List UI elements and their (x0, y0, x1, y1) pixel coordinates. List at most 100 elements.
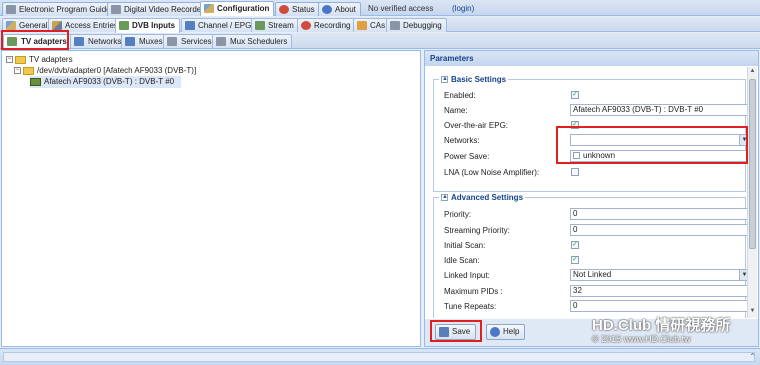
tune-repeats-input[interactable]: 0 (570, 300, 748, 312)
watermark-copyright: © 2015 www.HD.Club.tw (592, 334, 691, 344)
stream-icon (255, 21, 265, 30)
expand-icon[interactable]: ⌃ (749, 352, 756, 361)
tab-dvr-label: Digital Video Recorder (124, 5, 204, 14)
tab-debugging-label: Debugging (403, 21, 442, 30)
collapse-icon[interactable]: − (6, 56, 13, 64)
name-label: Name: (444, 106, 468, 115)
initial-scan-label: Initial Scan: (444, 241, 486, 250)
name-input[interactable]: Afatech AF9033 (DVB-T) : DVB-T #0 (570, 104, 748, 116)
initial-scan-checkbox[interactable]: ✓ (571, 241, 579, 249)
tab-recording[interactable]: Recording (297, 18, 356, 32)
linked-input-value: Not Linked (573, 270, 612, 279)
priority-input[interactable]: 0 (570, 208, 748, 220)
power-save-label: Power Save: (444, 152, 490, 161)
advanced-settings-fieldset: ▲ Advanced Settings Priority: 0 Streaming… (433, 193, 748, 318)
tab-configuration-label: Configuration (217, 4, 270, 13)
mux-icon (125, 37, 135, 46)
tab-status-label: Status (292, 5, 315, 14)
main-tab-bar: Electronic Program Guide Digital Video R… (0, 0, 760, 16)
wrench-icon (6, 21, 16, 30)
scroll-down-icon[interactable]: ▼ (749, 308, 756, 314)
tab-general-label: General (19, 21, 48, 30)
networks-highlight (556, 126, 748, 164)
networks-label: Networks: (444, 136, 480, 145)
max-pids-label: Maximum PIDs : (444, 287, 503, 296)
tab-services-label: Services (181, 37, 212, 46)
channel-icon (185, 21, 195, 30)
tab-mux-schedulers[interactable]: Mux Schedulers (212, 34, 293, 48)
tab-services[interactable]: Services (163, 34, 217, 48)
parameters-title: Parameters (425, 51, 758, 66)
log-panel-bar: ⌃ (0, 348, 760, 365)
basic-settings-legend[interactable]: ▲ Basic Settings (439, 75, 509, 84)
tab-about-label: About (335, 5, 356, 14)
tab-channel-epg[interactable]: Channel / EPG (181, 18, 257, 32)
tab-cas-label: CAs (370, 21, 386, 30)
tree-frontend-label: Afatech AF9033 (DVB-T) : DVB-T #0 (44, 77, 175, 86)
parameters-panel: Parameters ▲ Basic Settings Enabled: ✓ Na… (424, 50, 759, 347)
pencil-icon (52, 21, 62, 30)
tab-status[interactable]: Status (275, 2, 320, 16)
enabled-checkbox[interactable]: ✓ (571, 91, 579, 99)
gear-icon (390, 21, 400, 30)
linked-input-label: Linked Input: (444, 271, 490, 280)
tab-networks[interactable]: Networks (70, 34, 127, 48)
enabled-label: Enabled: (444, 91, 476, 100)
tune-repeats-label: Tune Repeats: (444, 302, 497, 311)
tab-access-entries-label: Access Entries (65, 21, 118, 30)
record-icon (301, 21, 311, 30)
adapter-tree: − TV adapters −/dev/dvb/adapter0 [Afatech… (1, 50, 421, 347)
tab-mux-schedulers-label: Mux Schedulers (230, 37, 288, 46)
services-icon (167, 37, 177, 46)
linked-input-select[interactable]: Not Linked ▼ (570, 269, 748, 281)
scroll-thumb[interactable] (749, 79, 756, 249)
info-icon (322, 5, 332, 14)
streaming-priority-input[interactable]: 0 (570, 224, 748, 236)
max-pids-input[interactable]: 32 (570, 285, 748, 297)
tab-muxes-label: Muxes (139, 37, 163, 46)
ota-epg-label: Over-the-air EPG: (444, 121, 509, 130)
tab-dvr[interactable]: Digital Video Recorder (107, 2, 209, 16)
idle-scan-checkbox[interactable]: ✓ (571, 256, 579, 264)
epg-icon (6, 5, 16, 14)
tab-stream[interactable]: Stream (251, 18, 299, 32)
folder-icon (15, 55, 26, 64)
parameters-scrollbar[interactable]: ▲ ▼ (747, 67, 757, 318)
scroll-up-icon[interactable]: ▲ (749, 68, 756, 74)
collapse-icon[interactable]: ▲ (441, 194, 448, 202)
tab-dvb-inputs[interactable]: DVB Inputs (115, 18, 181, 33)
tab-debugging[interactable]: Debugging (386, 18, 447, 32)
dvb-tab-bar: TV adapters Networks Muxes Services Mux … (0, 33, 760, 49)
login-link[interactable]: (login) (452, 2, 474, 15)
advanced-settings-legend[interactable]: ▲ Advanced Settings (439, 193, 526, 202)
collapse-icon[interactable]: − (14, 67, 21, 75)
collapse-icon[interactable]: ▲ (441, 76, 448, 84)
help-button[interactable]: Help (486, 324, 526, 340)
watermark-title: HD.Club 情研視務所 (592, 317, 731, 334)
help-icon (490, 327, 500, 337)
key-icon (357, 21, 367, 30)
folder-icon (23, 66, 34, 75)
lna-checkbox[interactable] (571, 168, 579, 176)
tab-muxes[interactable]: Muxes (121, 34, 168, 48)
tab-epg-label: Electronic Program Guide (19, 5, 111, 14)
tv-card-icon (119, 21, 129, 30)
dvr-icon (111, 5, 121, 14)
priority-label: Priority: (444, 210, 472, 219)
tab-about[interactable]: About (318, 2, 361, 16)
tree-root-label: TV adapters (29, 55, 73, 64)
tab-cas[interactable]: CAs (353, 18, 391, 32)
wrench-icon (204, 4, 214, 13)
status-icon (279, 5, 289, 14)
tree-adapter-label: /dev/dvb/adapter0 [Afatech AF9033 (DVB-T… (37, 66, 197, 75)
lna-label: LNA (Low Noise Amplifier): (444, 168, 540, 177)
tree-node-frontend[interactable]: Afatech AF9033 (DVB-T) : DVB-T #0 (30, 76, 181, 88)
log-panel (3, 352, 755, 362)
tab-epg[interactable]: Electronic Program Guide (2, 2, 116, 16)
tab-configuration[interactable]: Configuration (200, 1, 275, 16)
tv-card-icon (30, 77, 41, 86)
config-tab-bar: General Access Entries DVB Inputs Channe… (0, 17, 760, 33)
network-icon (74, 37, 84, 46)
tab-dvb-inputs-label: DVB Inputs (132, 21, 176, 30)
tab-channel-epg-label: Channel / EPG (198, 21, 252, 30)
